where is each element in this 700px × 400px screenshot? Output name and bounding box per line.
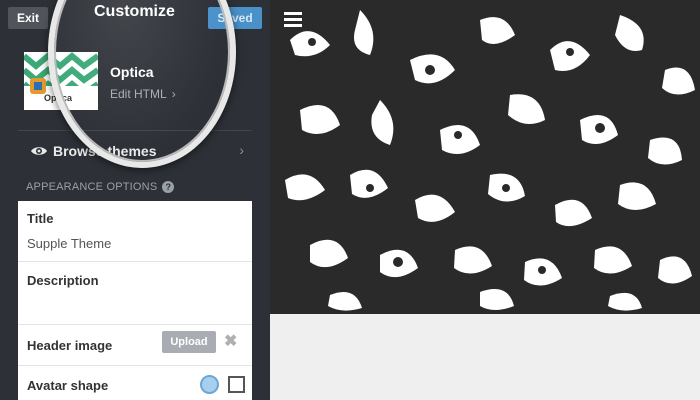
chevron-right-icon: ›	[171, 87, 176, 101]
divider	[18, 130, 252, 131]
theme-preview	[270, 0, 700, 400]
page-title: Customize	[94, 3, 175, 20]
theme-name: Optica	[110, 64, 154, 80]
avatar-shape-circle-option[interactable]	[200, 375, 219, 394]
appearance-options-heading: APPEARANCE OPTIONS ?	[26, 181, 175, 193]
description-field: Description	[18, 262, 252, 325]
chevron-right-icon: ›	[239, 142, 244, 158]
customizer-topbar: Exit Customize Saved	[0, 0, 270, 36]
header-image-field: Header image Upload ✖	[18, 325, 252, 366]
exit-button[interactable]: Exit	[8, 7, 48, 29]
theme-thumbnail[interactable]: Optica	[24, 52, 98, 110]
description-label: Description	[27, 273, 99, 288]
title-label: Title	[27, 211, 54, 226]
appearance-options-label: APPEARANCE OPTIONS	[26, 181, 158, 193]
avatar-shape-label: Avatar shape	[27, 378, 109, 393]
marble-pattern-header	[270, 0, 700, 314]
upload-button[interactable]: Upload	[162, 331, 216, 353]
header-image-label: Header image	[27, 338, 113, 353]
avatar-shape-square-option[interactable]	[228, 376, 245, 393]
appearance-panel: Title Supple Theme Description Header im…	[18, 201, 252, 400]
edit-html-label: Edit HTML	[110, 87, 167, 101]
marble-pattern-art	[270, 0, 700, 314]
edit-html-link[interactable]: Edit HTML ›	[110, 87, 176, 101]
hamburger-menu-icon[interactable]	[284, 12, 302, 28]
description-input[interactable]	[27, 294, 241, 316]
help-icon[interactable]: ?	[162, 181, 175, 193]
avatar-shape-field: Avatar shape	[18, 366, 252, 400]
eye-icon	[31, 147, 47, 155]
browse-themes-row[interactable]: Browse themes ›	[18, 132, 252, 170]
title-field: Title Supple Theme	[18, 201, 252, 262]
customizer-sidebar: Exit Customize Saved Optica Optica Edit …	[0, 0, 270, 400]
theme-thumbnail-label: Optica	[44, 93, 73, 103]
browse-themes-label: Browse themes	[53, 143, 157, 159]
close-icon[interactable]: ✖	[224, 331, 237, 351]
title-input[interactable]: Supple Theme	[27, 236, 111, 251]
saved-button[interactable]: Saved	[208, 7, 262, 29]
